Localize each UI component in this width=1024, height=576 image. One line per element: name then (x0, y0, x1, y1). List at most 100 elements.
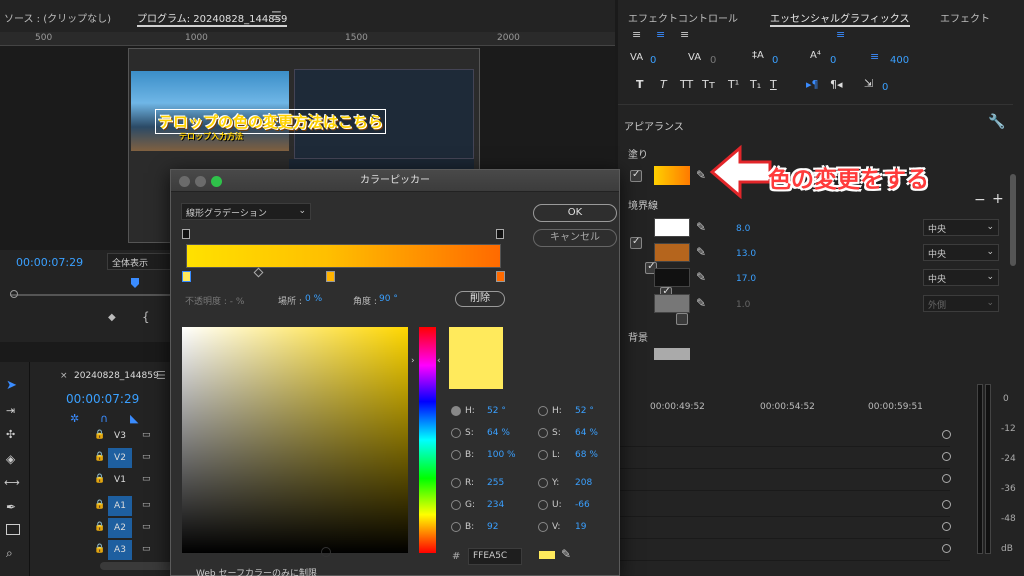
program-timecode[interactable]: 00:00:07:29 (16, 256, 83, 269)
stroke-width[interactable]: 1.0 (736, 300, 750, 310)
track-toggle-icon[interactable]: ▭ (142, 522, 151, 532)
hsl-radio[interactable] (538, 522, 548, 532)
scrub-handle[interactable] (10, 290, 18, 298)
hsb-value[interactable]: 64 % (487, 428, 510, 438)
track-toggle-icon[interactable]: ▭ (142, 430, 151, 440)
stroke-position-dropdown[interactable]: 外側 ⌄ (923, 295, 999, 312)
ripple-edit-icon[interactable]: ✣ (6, 428, 15, 441)
tab-width-value[interactable]: 0 (882, 82, 888, 93)
razor-icon[interactable]: ◈ (6, 452, 15, 466)
zoom-dropdown[interactable]: 全体表示 (107, 253, 177, 270)
hsl-radio[interactable] (538, 450, 548, 460)
scrub-bar[interactable] (10, 294, 170, 296)
in-point-icon[interactable]: { (142, 310, 150, 324)
small-caps-button[interactable]: Tт (702, 78, 715, 91)
stroke-position-dropdown[interactable]: 中央 ⌄ (923, 244, 999, 261)
saturation-brightness-field[interactable] (182, 327, 408, 553)
add-stroke-icon[interactable]: + (992, 191, 1004, 207)
color-stop-2[interactable] (326, 271, 335, 282)
track-label[interactable]: A2 (108, 518, 132, 538)
timeline-timecode[interactable]: 00:00:07:29 (66, 392, 139, 406)
lock-icon[interactable]: 🔒 (94, 522, 105, 532)
hsl-value[interactable]: 19 (575, 522, 586, 532)
tab-effects[interactable]: エフェクト (940, 10, 990, 25)
gradient-bar[interactable] (186, 244, 501, 268)
close-window-icon[interactable] (179, 176, 190, 187)
midpoint-diamond-icon[interactable] (253, 267, 264, 278)
baseline-icon[interactable]: A⁴ (810, 50, 821, 61)
hsl-radio[interactable] (538, 500, 548, 510)
eyedropper-icon[interactable]: ✎ (561, 547, 571, 561)
hsl-value[interactable]: 52 ° (575, 406, 594, 416)
slip-icon[interactable]: ⟷ (4, 476, 20, 489)
stroke-swatch[interactable] (654, 268, 690, 287)
lock-icon[interactable]: 🔒 (94, 544, 105, 554)
justify-icon[interactable]: ≡ (836, 28, 845, 41)
opacity-stop-right[interactable] (496, 229, 504, 239)
track-toggle-icon[interactable]: ▭ (142, 500, 151, 510)
hsl-value[interactable]: 68 % (575, 450, 598, 460)
opacity-stop-left[interactable] (182, 229, 190, 239)
track-label[interactable]: V2 (108, 448, 132, 468)
eyedropper-icon[interactable]: ✎ (696, 220, 706, 234)
location-value[interactable]: 0 % (305, 294, 322, 304)
hsl-value[interactable]: 208 (575, 478, 592, 488)
eyedropper-icon[interactable]: ✎ (696, 168, 706, 182)
pen-icon[interactable]: ✒ (6, 500, 16, 514)
linked-selection-icon[interactable]: ◣ (130, 412, 138, 425)
hsb-radio[interactable] (451, 428, 461, 438)
source-panel-tab[interactable]: ソース : (クリップなし) (0, 0, 125, 32)
track-scroll-handle[interactable] (942, 474, 951, 483)
all-caps-button[interactable]: TT (680, 78, 693, 91)
hamburger-icon[interactable]: ☰ (156, 369, 166, 382)
rtl-icon[interactable]: ¶◂ (830, 78, 843, 91)
baseline-value[interactable]: 0 (830, 55, 836, 66)
hsl-radio[interactable] (538, 406, 548, 416)
rectangle-icon[interactable] (6, 524, 20, 535)
stroke-checkbox[interactable] (675, 313, 688, 325)
stroke-position-dropdown[interactable]: 中央 ⌄ (923, 269, 999, 286)
lock-icon[interactable]: 🔒 (94, 452, 105, 462)
track-toggle-icon[interactable]: ▭ (142, 544, 151, 554)
track-scroll-handle[interactable] (942, 452, 951, 461)
marker-icon[interactable]: ◆ (108, 312, 116, 323)
hsl-radio[interactable] (538, 478, 548, 488)
eyedropper-icon[interactable]: ✎ (696, 245, 706, 259)
tsume-icon[interactable]: ≡ (870, 50, 879, 63)
color-stop-1[interactable] (182, 271, 191, 282)
track-scroll-handle[interactable] (942, 544, 951, 553)
hex-input[interactable]: FFEA5C (468, 548, 522, 565)
hsb-radio[interactable] (451, 478, 461, 488)
minimize-window-icon[interactable] (195, 176, 206, 187)
dialog-titlebar[interactable]: カラーピッカー (171, 170, 619, 192)
leading-value[interactable]: 0 (772, 55, 778, 66)
align-left-icon[interactable]: ≡ (632, 28, 641, 41)
stroke-position-dropdown[interactable]: 中央 ⌄ (923, 219, 999, 236)
track-toggle-icon[interactable]: ▭ (142, 452, 151, 462)
zoom-icon[interactable]: ⌕ (6, 546, 13, 561)
align-center-icon[interactable]: ≡ (656, 28, 665, 41)
timeline-tab[interactable]: 20240828_144859 (74, 371, 159, 381)
subscript-button[interactable]: T₁ (750, 78, 761, 91)
kerning-value[interactable]: 0 (650, 55, 656, 66)
hsl-radio[interactable] (538, 428, 548, 438)
hsb-radio[interactable] (451, 500, 461, 510)
hsb-value[interactable]: 52 ° (487, 406, 506, 416)
stroke-swatch[interactable] (654, 218, 690, 237)
hsl-value[interactable]: 64 % (575, 428, 598, 438)
hsl-value[interactable]: -66 (575, 500, 590, 510)
scrollbar[interactable] (1010, 174, 1016, 266)
track-label[interactable]: V3 (108, 426, 132, 446)
tab-essential-graphics[interactable]: エッセンシャルグラフィックス (770, 10, 910, 27)
hsb-value[interactable]: 255 (487, 478, 504, 488)
track-select-icon[interactable]: ⇥ (6, 404, 15, 417)
program-tab-label[interactable]: プログラム: 20240828_144859 (137, 10, 288, 27)
gradient-type-dropdown[interactable]: 線形グラデーション ⌄ (181, 203, 311, 220)
zoom-window-icon[interactable] (211, 176, 222, 187)
fill-swatch[interactable] (654, 166, 690, 185)
stroke-width[interactable]: 8.0 (736, 224, 750, 234)
hsb-value[interactable]: 234 (487, 500, 504, 510)
tracking-value[interactable]: 0 (710, 55, 716, 66)
lock-icon[interactable]: 🔒 (94, 474, 105, 484)
tab-width-icon[interactable]: ⇲ (864, 77, 873, 90)
